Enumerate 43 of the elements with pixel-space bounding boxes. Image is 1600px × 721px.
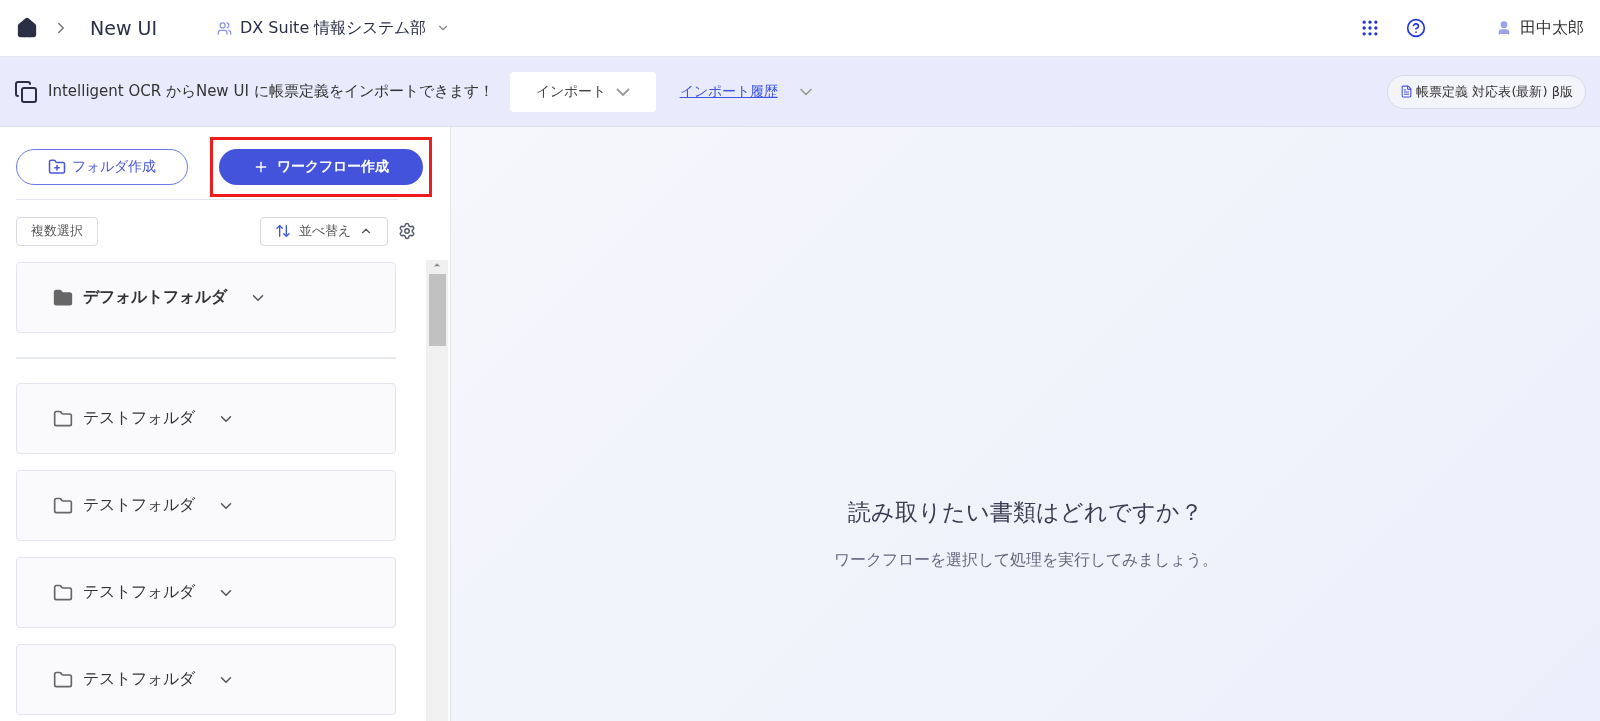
folder-card[interactable]: デフォルトフォルダ xyxy=(16,262,396,333)
folder-name: デフォルトフォルダ xyxy=(83,287,227,308)
folder-name: テストフォルダ xyxy=(83,408,195,429)
document-icon xyxy=(1400,85,1414,98)
home-icon[interactable] xyxy=(16,17,38,39)
create-folder-button[interactable]: フォルダ作成 xyxy=(16,149,188,185)
folder-icon xyxy=(53,287,73,308)
caret-icon xyxy=(615,87,630,96)
people-icon xyxy=(217,20,232,36)
empty-state-subtitle: ワークフローを選択して処理を実行してみましょう。 xyxy=(833,550,1218,571)
folder-icon xyxy=(53,495,73,516)
plus-icon xyxy=(253,159,269,175)
sort-button[interactable]: 並べ替え xyxy=(260,216,388,246)
breadcrumb-current: New UI xyxy=(90,17,157,39)
user-name[interactable]: 田中太郎 xyxy=(1520,17,1584,39)
import-history-link[interactable]: インポート履歴 xyxy=(679,82,778,101)
folder-icon xyxy=(53,669,73,690)
create-workflow-button[interactable]: ワークフロー作成 xyxy=(219,149,423,185)
folder-name: テストフォルダ xyxy=(83,582,195,603)
folder-plus-icon xyxy=(48,158,66,176)
folder-card[interactable]: テストフォルダ xyxy=(16,644,396,715)
banner-message: Intelligent OCR からNew UI に帳票定義をインポートできます！ xyxy=(48,82,494,101)
scroll-up-arrow-icon[interactable] xyxy=(432,260,442,270)
empty-state-title: 読み取りたい書類はどれですか？ xyxy=(848,498,1203,527)
settings-icon[interactable] xyxy=(398,222,416,240)
user-icon xyxy=(1496,20,1512,36)
import-button[interactable]: インポート xyxy=(509,71,656,112)
help-icon[interactable] xyxy=(1406,18,1426,38)
scrollbar-track[interactable] xyxy=(426,260,448,721)
folder-name: テストフォルダ xyxy=(83,495,195,516)
folder-card[interactable]: テストフォルダ xyxy=(16,383,396,454)
sort-icon xyxy=(275,223,291,239)
import-icon xyxy=(14,79,38,104)
folder-card[interactable]: テストフォルダ xyxy=(16,557,396,628)
mapping-table-button[interactable]: 帳票定義 対応表(最新) β版 xyxy=(1387,74,1586,109)
workspace-name[interactable]: DX Suite 情報システム部 xyxy=(240,17,427,39)
apps-grid-icon[interactable] xyxy=(1360,18,1380,38)
folder-icon xyxy=(53,408,73,429)
scroll-thumb[interactable] xyxy=(428,274,446,346)
folder-icon xyxy=(53,582,73,603)
folder-name: テストフォルダ xyxy=(83,669,195,690)
folder-card[interactable]: テストフォルダ xyxy=(16,470,396,541)
multi-select-button[interactable]: 複数選択 xyxy=(16,216,98,246)
